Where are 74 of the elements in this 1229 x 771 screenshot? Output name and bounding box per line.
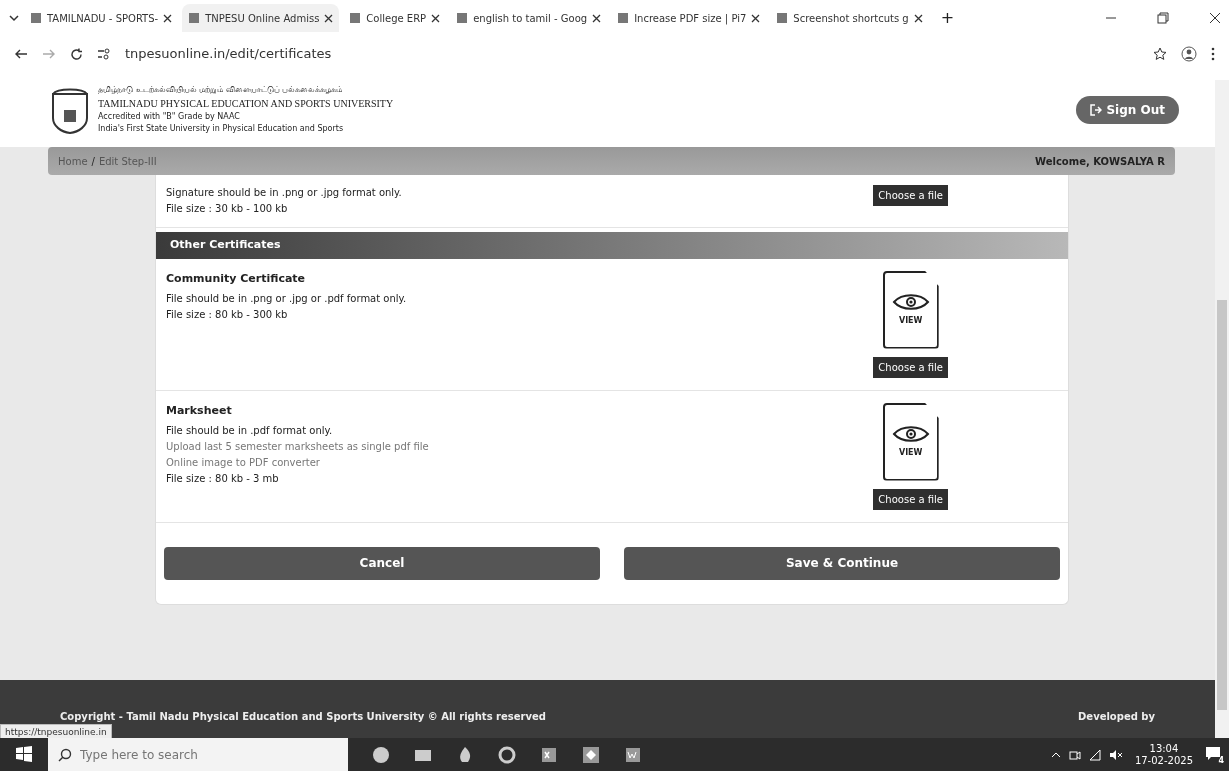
view-file-button[interactable]: VIEW xyxy=(882,270,939,349)
sign-out-button[interactable]: Sign Out xyxy=(1076,95,1179,124)
browser-tab[interactable]: english to tamil - Goog xyxy=(450,4,608,32)
sign-out-icon xyxy=(1090,103,1103,116)
back-arrow-icon[interactable] xyxy=(14,48,28,60)
certificate-title: Community Certificate xyxy=(166,270,307,287)
requirement-text: File size : 80 kb - 3 mb xyxy=(166,472,280,486)
copyright-text: Copyright - Tamil Nadu Physical Education and Sports University © All rights reserved xyxy=(60,709,546,724)
view-file-button[interactable]: VIEW xyxy=(882,402,939,481)
speaker-muted-icon[interactable] xyxy=(1108,748,1123,761)
accreditation-text: Accredited with "B" Grade by NAAC xyxy=(98,111,241,123)
close-icon[interactable] xyxy=(751,13,761,23)
developer-credit: Developed by xyxy=(1078,709,1155,724)
tagline-text: India's First State University in Physical Education and Sports xyxy=(98,123,345,135)
breadcrumb-separator: / xyxy=(91,154,95,169)
browser-tab[interactable]: Increase PDF size | Pi7 xyxy=(611,4,767,32)
browser-tab[interactable]: Screenshot shortcuts g xyxy=(770,4,929,32)
meet-now-icon[interactable] xyxy=(1068,748,1081,761)
notification-count: 4 xyxy=(1218,754,1224,767)
requirement-text: File size : 80 kb - 300 kb xyxy=(166,308,289,322)
spreadsheet-app-icon[interactable] xyxy=(540,745,558,764)
circle-app-icon[interactable] xyxy=(498,745,516,764)
requirement-text: File should be in .png or .jpg or .pdf format only. xyxy=(166,292,407,306)
breadcrumb-current: Edit Step-III xyxy=(98,154,157,169)
requirement-text: File should be in .pdf format only. xyxy=(166,424,334,438)
browser-tab[interactable]: TNPESU Online Admiss xyxy=(182,4,340,32)
eye-icon xyxy=(891,424,930,443)
scrollbar-thumb[interactable] xyxy=(1217,300,1227,710)
notification-icon xyxy=(1205,746,1221,763)
page-icon xyxy=(30,12,42,24)
close-icon[interactable] xyxy=(431,13,441,23)
diamond-app-icon[interactable] xyxy=(582,745,600,764)
section-header: Other Certificates xyxy=(156,232,1068,259)
close-icon[interactable] xyxy=(163,13,173,23)
search-icon xyxy=(58,748,72,762)
page-icon xyxy=(617,12,630,24)
browser-tab[interactable]: College ERP xyxy=(343,4,447,32)
profile-avatar-icon[interactable] xyxy=(1181,46,1197,62)
star-icon[interactable] xyxy=(1153,47,1167,61)
close-icon[interactable] xyxy=(1209,12,1221,24)
choose-file-button[interactable]: Choose a file xyxy=(873,356,948,378)
save-continue-button[interactable]: Save & Continue xyxy=(624,546,1060,580)
reload-icon[interactable] xyxy=(70,47,83,61)
more-options-icon[interactable] xyxy=(1211,47,1215,61)
close-icon[interactable] xyxy=(592,13,602,23)
taskbar-clock[interactable]: 13:04 17-02-2025 xyxy=(1130,742,1197,767)
restore-icon[interactable] xyxy=(1157,12,1169,24)
chevron-down-icon[interactable] xyxy=(8,12,20,24)
page-icon xyxy=(349,12,362,24)
welcome-text: Welcome, KOWSALYA R xyxy=(1035,154,1165,169)
university-name: TAMILNADU PHYSICAL EDUCATION AND SPORTS UNIVERSITY xyxy=(98,97,394,111)
requirement-text: Upload last 5 semester marksheets as single pdf file xyxy=(166,440,429,454)
browser-tab[interactable]: TAMILNADU - SPORTS- xyxy=(24,4,179,32)
eye-icon xyxy=(891,292,930,311)
close-icon[interactable] xyxy=(324,13,334,23)
choose-file-button[interactable]: Choose a file xyxy=(873,488,948,510)
site-settings-icon[interactable] xyxy=(97,48,111,60)
certificate-title: Marksheet xyxy=(166,402,233,419)
close-icon[interactable] xyxy=(913,13,923,23)
requirement-text: Online image to PDF converter xyxy=(166,456,321,470)
choose-file-button[interactable]: Choose a file xyxy=(873,185,948,206)
network-icon[interactable] xyxy=(1088,748,1101,761)
university-tamil-name: தமிழ்நாடு உடற்கல்வியியல் மற்றும் விளையாட்டுப் பல்கலைக்கழகம் xyxy=(98,84,344,96)
page-icon xyxy=(776,12,789,24)
browser-app-icon[interactable] xyxy=(372,745,390,764)
new-tab-button[interactable]: + xyxy=(932,6,963,30)
requirement-text: Signature should be in .png or .jpg format only. xyxy=(166,186,402,200)
document-app-icon[interactable] xyxy=(624,745,642,764)
taskbar-search-field[interactable]: Type here to search xyxy=(48,738,348,771)
cancel-button[interactable]: Cancel xyxy=(164,546,600,580)
windows-start-icon[interactable] xyxy=(16,746,32,763)
page-icon xyxy=(188,12,201,24)
page-icon xyxy=(456,12,469,24)
requirement-text: File size : 30 kb - 100 kb xyxy=(166,202,289,216)
